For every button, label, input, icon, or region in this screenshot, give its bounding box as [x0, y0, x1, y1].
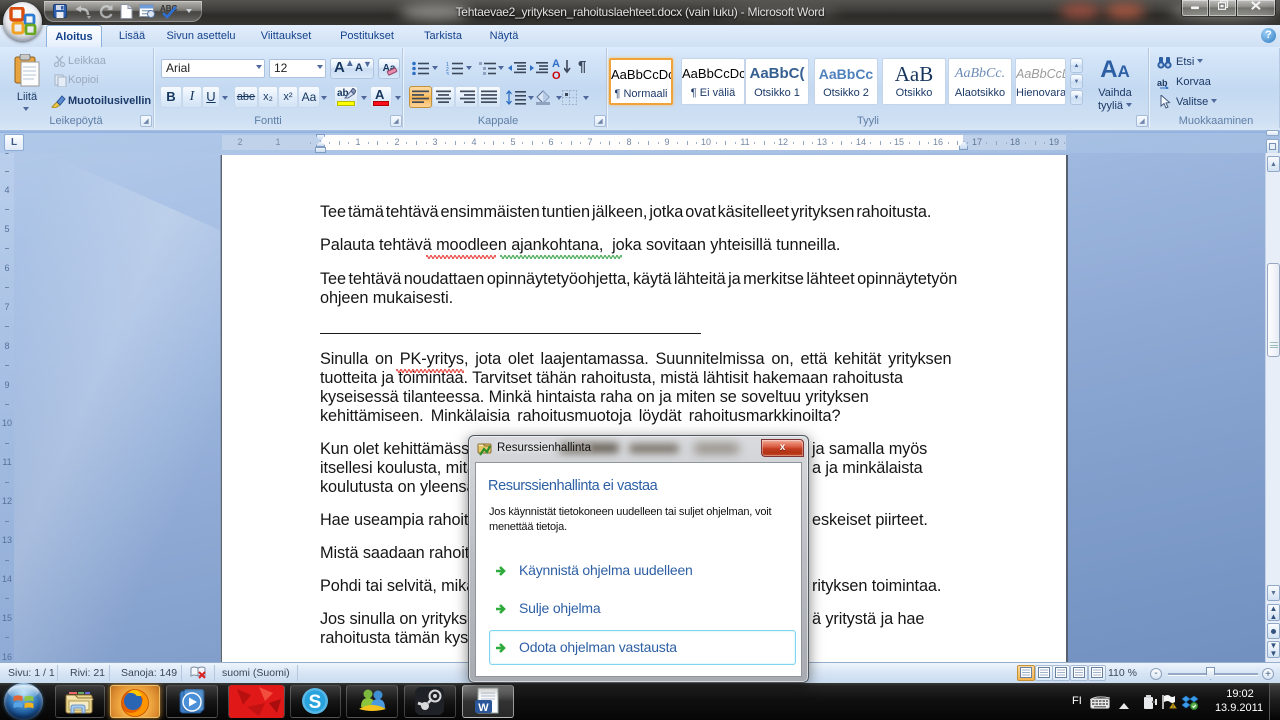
svg-text:!: !	[1172, 706, 1174, 711]
svg-text:S: S	[309, 692, 322, 713]
svg-text:3: 3	[446, 72, 449, 75]
svg-text:W: W	[478, 702, 489, 714]
